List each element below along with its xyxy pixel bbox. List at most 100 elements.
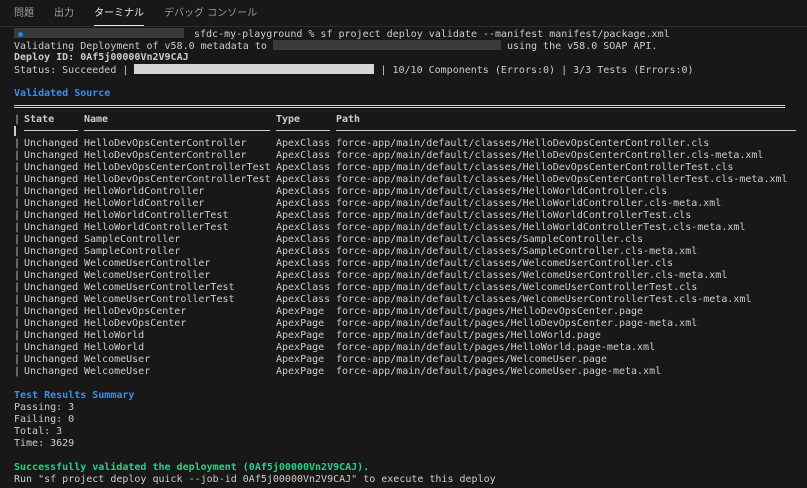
cell-state: Unchanged (24, 318, 79, 329)
tab-problems[interactable]: 問題 (14, 4, 34, 26)
table-row: | Unchanged HelloWorldController ApexClass f… (14, 198, 807, 210)
terminal-output[interactable]: sfdc-my-playground % sf project deploy v… (0, 28, 807, 488)
redacted-org-username (272, 40, 501, 50)
cell-type: ApexPage (276, 306, 325, 317)
table-row: | Unchanged WelcomeUserController ApexClass… (14, 258, 807, 270)
table-row: | Unchanged SampleController ApexClass force… (14, 246, 807, 258)
cell-path: force-app/main/default/classes/WelcomeUs… (336, 282, 698, 293)
row-border: | (14, 162, 21, 173)
cell-name: HelloWorldController (84, 198, 205, 209)
cell-path: force-app/main/default/pages/HelloWorld.… (336, 330, 601, 341)
deploy-id-value: 0Af5j00000Vn2V9CAJ (80, 52, 189, 63)
cell-path: force-app/main/default/classes/HelloDevO… (336, 138, 710, 149)
table-row: | Unchanged WelcomeUserController ApexClass… (14, 270, 807, 282)
command-status-dot-icon[interactable] (18, 32, 23, 37)
cell-type: ApexClass (276, 282, 331, 293)
row-border: | (14, 318, 21, 329)
cell-path: force-app/main/default/pages/HelloWorld.… (336, 342, 656, 353)
cell-type: ApexPage (276, 330, 325, 341)
tab-output[interactable]: 出力 (54, 4, 74, 26)
table-row: | Unchanged HelloDevOpsCenterControllerTes… (14, 174, 807, 186)
cell-name: HelloDevOpsCenterControllerTest (84, 162, 271, 173)
cell-type: ApexClass (276, 210, 331, 221)
row-border: | (14, 258, 21, 269)
cell-state: Unchanged (24, 354, 79, 365)
table-row: | Unchanged HelloDevOpsCenter ApexPage force… (14, 306, 807, 318)
cell-path: force-app/main/default/classes/HelloDevO… (336, 162, 734, 173)
cell-state: Unchanged (24, 150, 79, 161)
column-header-path: Path (336, 114, 361, 125)
table-row: | Unchanged WelcomeUser ApexPage force-app/m… (14, 366, 807, 378)
column-header-type: Type (276, 114, 301, 125)
run-hint: Run "sf project deploy quick --job-id 0A… (14, 474, 496, 485)
row-border: | (14, 270, 21, 281)
cell-name: HelloWorldControllerTest (84, 222, 229, 233)
table-row: | Unchanged HelloWorld ApexPage force-app/ma… (14, 342, 807, 354)
test-time: Time: 3629 (14, 438, 75, 449)
validating-line: Validating Deployment of v58.0 metadata … (14, 40, 807, 52)
row-border: | (14, 342, 21, 353)
validated-source-table: | Unchanged HelloDevOpsCenterController Ape… (14, 138, 807, 378)
validating-prefix: Validating Deployment of v58.0 metadata … (14, 41, 267, 52)
prompt-line: sfdc-my-playground % sf project deploy v… (14, 28, 807, 40)
cell-path: force-app/main/default/classes/SampleCon… (336, 234, 644, 245)
row-border: | (14, 174, 21, 185)
row-border: | (14, 282, 21, 293)
row-border: | (14, 150, 21, 161)
row-border: | (14, 294, 21, 305)
cell-name: WelcomeUser (84, 366, 151, 377)
total-count: Total: 3 (14, 426, 63, 437)
redacted-user-host (14, 28, 184, 38)
status-summary: | 10/10 Components (Errors:0) | 3/3 Test… (380, 65, 694, 76)
row-border: | (14, 246, 21, 257)
cell-state: Unchanged (24, 234, 79, 245)
cell-name: SampleController (84, 234, 181, 245)
cell-path: force-app/main/default/classes/HelloDevO… (336, 174, 788, 185)
cell-state: Unchanged (24, 162, 79, 173)
cell-type: ApexPage (276, 366, 325, 377)
tab-debug-console[interactable]: デバッグ コンソール (164, 4, 257, 26)
passing-count: Passing: 3 (14, 402, 75, 413)
table-row: | Unchanged HelloDevOpsCenterControllerTes… (14, 162, 807, 174)
status-line: Status: Succeeded | | 10/10 Components (… (14, 64, 807, 76)
cell-state: Unchanged (24, 138, 79, 149)
cell-state: Unchanged (24, 174, 79, 185)
cell-name: HelloDevOpsCenter (84, 318, 187, 329)
cell-state: Unchanged (24, 222, 79, 233)
prompt-command: sfdc-my-playground % sf project deploy v… (194, 29, 670, 40)
table-header-row: | State Name Type Path (14, 114, 807, 126)
column-header-name: Name (84, 114, 109, 125)
row-border: | (14, 198, 21, 209)
table-top-rule (14, 105, 785, 108)
row-border: | (14, 234, 21, 245)
cell-path: force-app/main/default/pages/HelloDevOps… (336, 318, 698, 329)
panel-tab-bar: 問題 出力 ターミナル デバッグ コンソール (0, 0, 807, 27)
cell-state: Unchanged (24, 294, 79, 305)
cell-path: force-app/main/default/classes/WelcomeUs… (336, 258, 674, 269)
table-row: | Unchanged HelloDevOpsCenterController Ape… (14, 138, 807, 150)
cell-name: WelcomeUserController (84, 270, 211, 281)
table-row: | Unchanged WelcomeUser ApexPage force-app/m… (14, 354, 807, 366)
tab-terminal[interactable]: ターミナル (94, 4, 144, 26)
validating-suffix: using the v58.0 SOAP API. (506, 41, 658, 52)
success-message: Successfully validated the deployment (0… (14, 462, 370, 473)
cell-path: force-app/main/default/classes/HelloDevO… (336, 150, 764, 161)
cell-state: Unchanged (24, 342, 79, 353)
cell-name: HelloDevOpsCenter (84, 306, 187, 317)
cell-path: force-app/main/default/classes/SampleCon… (336, 246, 698, 257)
cell-name: HelloDevOpsCenterControllerTest (84, 174, 271, 185)
cell-state: Unchanged (24, 270, 79, 281)
row-border: | (14, 210, 21, 221)
cell-path: force-app/main/default/pages/WelcomeUser… (336, 366, 662, 377)
table-row: | Unchanged WelcomeUserControllerTest ApexC… (14, 294, 807, 306)
cell-path: force-app/main/default/classes/HelloWorl… (336, 186, 668, 197)
cell-state: Unchanged (24, 186, 79, 197)
cell-state: Unchanged (24, 306, 79, 317)
cell-state: Unchanged (24, 246, 79, 257)
cell-name: WelcomeUserControllerTest (84, 282, 235, 293)
cell-type: ApexClass (276, 198, 331, 209)
table-row: | Unchanged HelloWorldControllerTest ApexCl… (14, 222, 807, 234)
cell-name: HelloWorld (84, 330, 145, 341)
status-prefix: Status: Succeeded | (14, 65, 129, 76)
table-row: | Unchanged HelloDevOpsCenter ApexPage force… (14, 318, 807, 330)
